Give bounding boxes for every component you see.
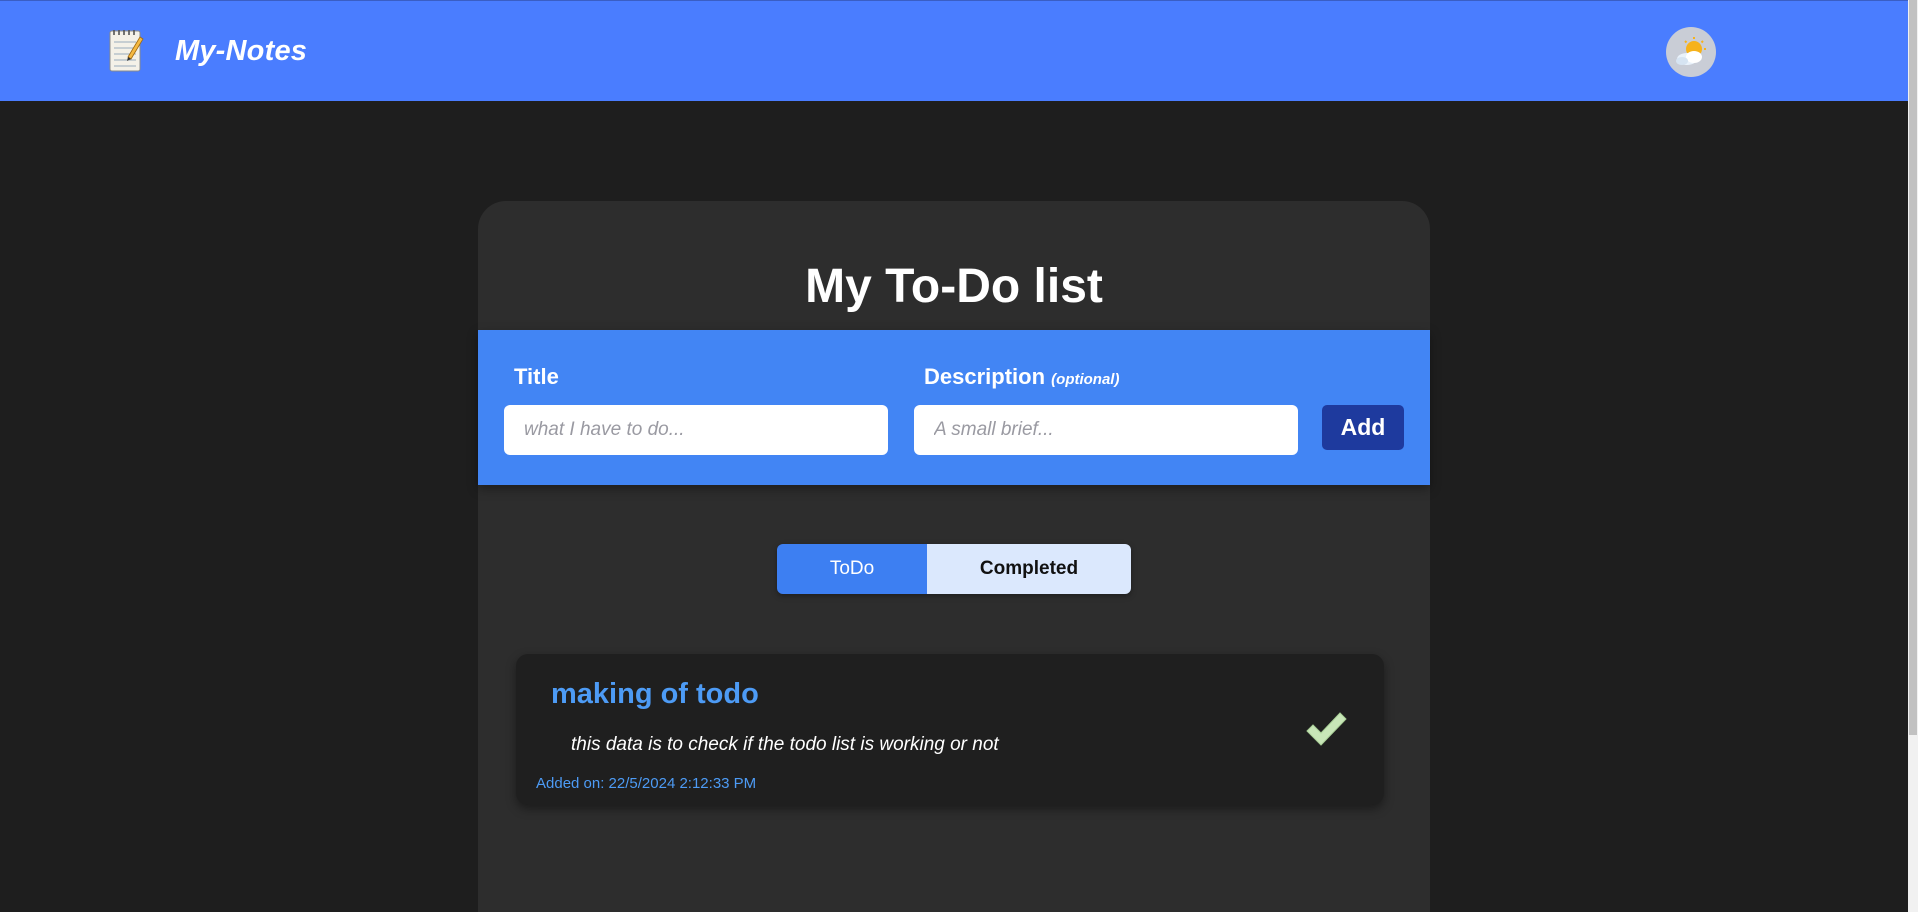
todo-added-date: Added on: 22/5/2024 2:12:33 PM [536, 775, 757, 792]
checkmark-icon[interactable] [1304, 709, 1348, 749]
todo-card: My To-Do list Title Description (optiona… [478, 201, 1430, 912]
description-label-text: Description [924, 364, 1046, 389]
tab-todo[interactable]: ToDo [777, 544, 927, 594]
title-label-text: Title [514, 364, 559, 389]
todo-title: making of todo [551, 678, 759, 710]
weather-partly-cloudy-icon [1676, 37, 1706, 65]
scrollbar-thumb[interactable] [1909, 0, 1917, 735]
optional-hint: (optional) [1051, 371, 1120, 388]
add-button[interactable]: Add [1322, 405, 1404, 450]
title-label: Title [514, 364, 559, 390]
page-title: My To-Do list [805, 260, 1103, 313]
add-todo-form: Title Description (optional) Add [478, 330, 1430, 485]
title-input[interactable] [504, 405, 888, 455]
brand-title[interactable]: My-Notes [175, 35, 307, 68]
scrollbar-track[interactable] [1908, 0, 1918, 912]
tab-completed[interactable]: Completed [927, 544, 1131, 594]
todo-item: making of todo this data is to check if … [516, 654, 1384, 805]
navbar: My-Notes [0, 0, 1908, 101]
theme-toggle-button[interactable] [1666, 27, 1716, 77]
description-label: Description (optional) [924, 364, 1119, 390]
todo-tabs: ToDo Completed [777, 544, 1131, 594]
notepad-icon[interactable] [106, 27, 146, 73]
todo-description: this data is to check if the todo list i… [571, 734, 999, 755]
description-input[interactable] [914, 405, 1298, 455]
